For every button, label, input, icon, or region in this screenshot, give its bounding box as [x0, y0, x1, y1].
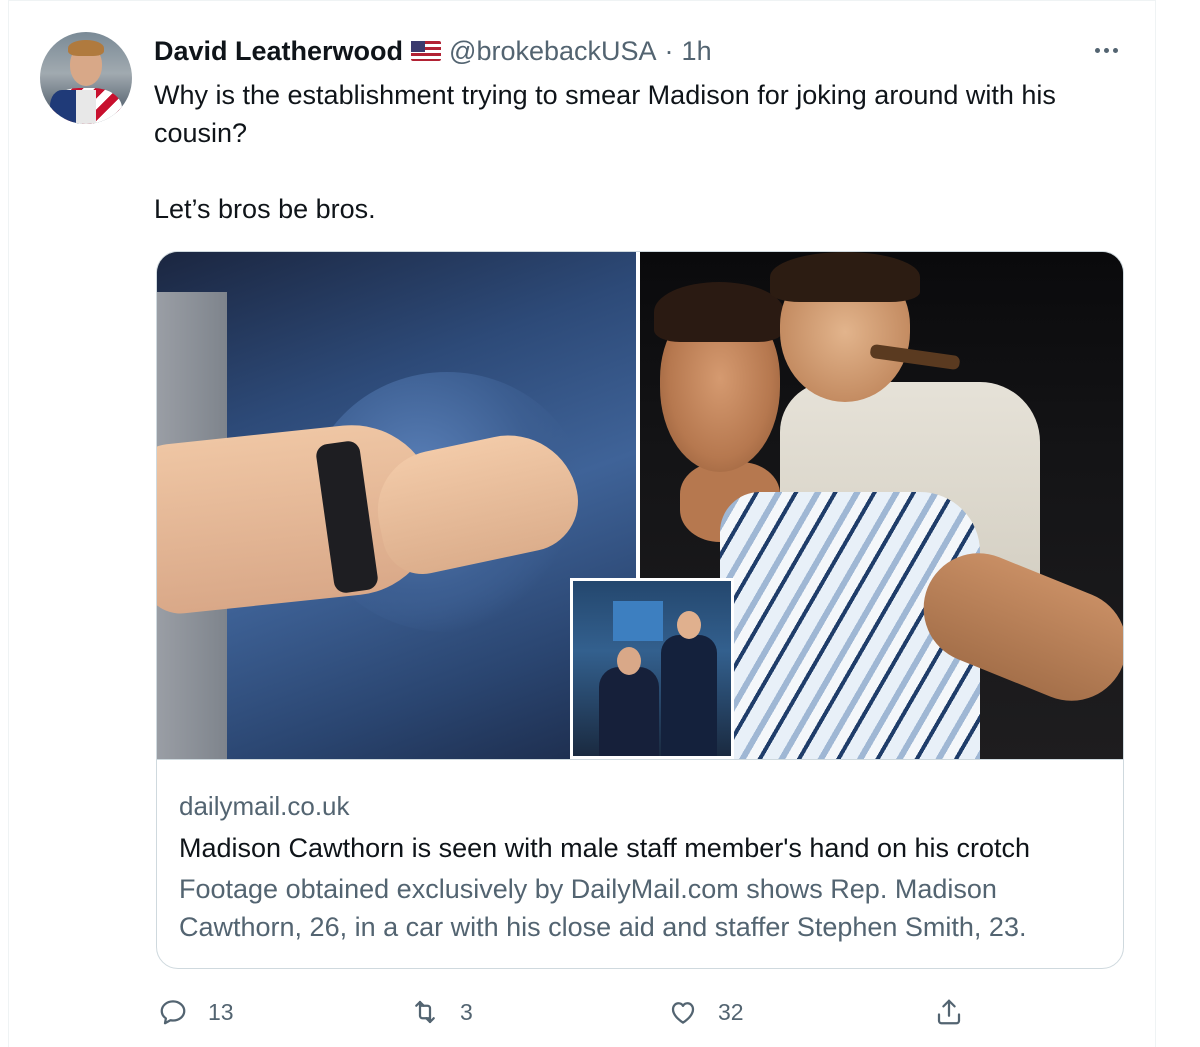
card-domain: dailymail.co.uk: [179, 791, 350, 821]
user-handle[interactable]: @brokebackUSA: [449, 36, 657, 67]
header-separator: ·: [664, 35, 674, 66]
more-dot: [1112, 47, 1118, 53]
inset-photo: [570, 578, 734, 759]
link-preview-card[interactable]: dailymail.co.uk Madison Cawthorn is seen…: [156, 251, 1124, 969]
avatar-shirt: [76, 90, 96, 124]
reply-icon: [160, 1000, 186, 1025]
avatar-hair: [68, 40, 104, 56]
car-photo: [157, 252, 636, 759]
like-icon: [671, 1002, 695, 1024]
retweet-icon: [415, 1000, 435, 1024]
reply-button[interactable]: 13: [158, 992, 234, 1032]
more-options-icon[interactable]: [1086, 36, 1126, 64]
card-title: Madison Cawthorn is seen with male staff…: [179, 833, 1031, 863]
tweet-header: David Leatherwood @brokebackUSA · 1h: [154, 34, 712, 68]
card-description: Footage obtained exclusively by DailyMai…: [179, 874, 1027, 942]
display-name[interactable]: David Leatherwood: [154, 36, 403, 67]
tweet-text: Why is the establishment trying to smear…: [154, 76, 1144, 228]
tweet-actions: 13 3 32: [154, 992, 984, 1032]
card-info[interactable]: dailymail.co.uk Madison Cawthorn is seen…: [157, 759, 1123, 968]
retweet-count: 3: [460, 998, 473, 1025]
tweet-timestamp[interactable]: 1h: [682, 36, 712, 67]
retweet-button[interactable]: 3: [410, 992, 473, 1032]
more-dot: [1094, 47, 1100, 53]
tweet-text-line: Why is the establishment trying to smear…: [154, 80, 1056, 148]
us-flag-icon: [411, 41, 442, 61]
tweet-text-line: Let’s bros be bros.: [154, 194, 376, 224]
reply-count: 13: [208, 998, 234, 1025]
like-button[interactable]: 32: [668, 992, 744, 1032]
share-icon: [937, 999, 961, 1025]
share-button[interactable]: [934, 992, 964, 1032]
avatar[interactable]: [40, 32, 132, 124]
more-dot: [1103, 47, 1109, 53]
card-image[interactable]: [157, 252, 1123, 759]
like-count: 32: [718, 998, 744, 1025]
